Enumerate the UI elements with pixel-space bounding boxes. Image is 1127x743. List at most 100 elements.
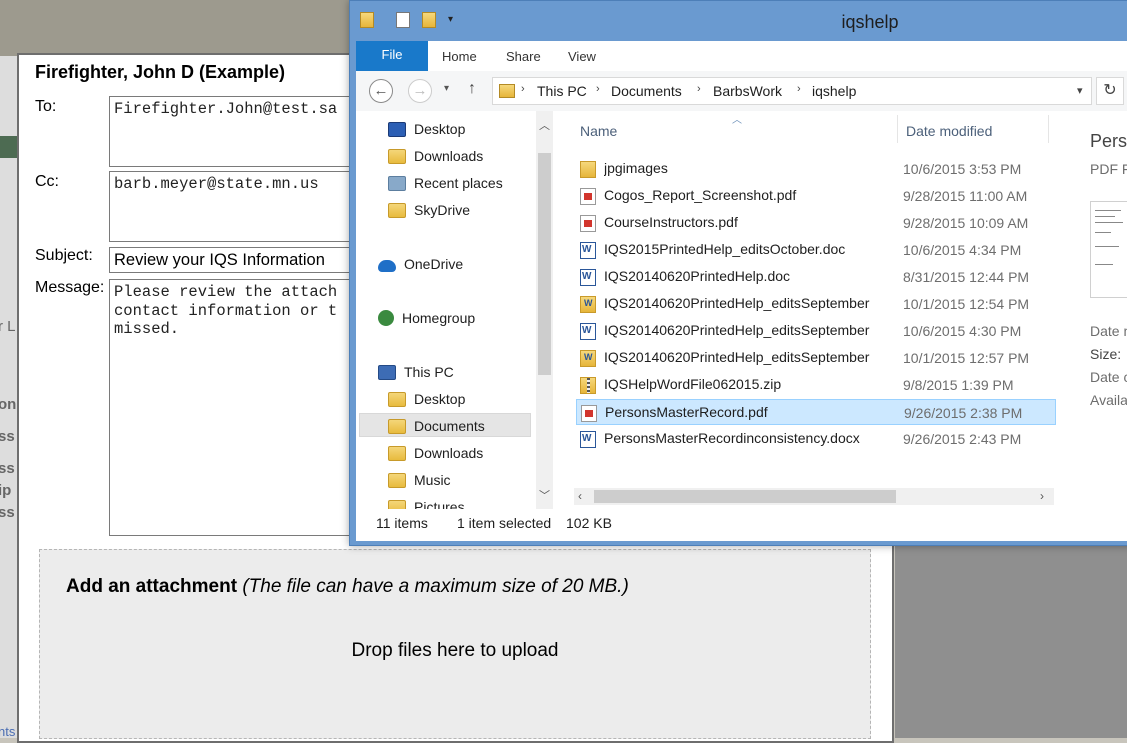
file-row[interactable]: PersonsMasterRecordinconsistency.docx 9/2… bbox=[576, 426, 1056, 452]
file-name: IQS20140620PrintedHelp_editsSeptember bbox=[604, 322, 870, 338]
attachment-drop-zone[interactable]: Add an attachment (The file can have a m… bbox=[39, 549, 871, 739]
file-explorer-window: ▾ iqshelp File Home Share View ← → ▾ ↑ ›… bbox=[349, 0, 1127, 546]
up-arrow-icon[interactable]: ↑ bbox=[468, 80, 476, 98]
file-date-modified: 9/26/2015 2:43 PM bbox=[903, 431, 1022, 447]
tab-share[interactable]: Share bbox=[506, 49, 541, 64]
nav-pane-scrollbar[interactable]: ︿ ﹀ bbox=[536, 111, 553, 509]
explorer-titlebar[interactable]: ▾ iqshelp bbox=[350, 1, 1127, 41]
tab-file[interactable]: File bbox=[356, 41, 428, 71]
scrollbar-thumb[interactable] bbox=[538, 153, 551, 375]
file-row[interactable]: CourseInstructors.pdf 9/28/2015 10:09 AM bbox=[576, 210, 1056, 236]
column-header-name[interactable]: Name bbox=[580, 123, 617, 139]
nav-item-label: Recent places bbox=[414, 175, 503, 191]
file-date-modified: 9/8/2015 1:39 PM bbox=[903, 377, 1014, 393]
desktop-icon bbox=[388, 122, 406, 137]
attachment-size-note: (The file can have a maximum size of 20 … bbox=[242, 576, 629, 597]
word-document-icon bbox=[580, 323, 596, 340]
refresh-button[interactable]: ↻ bbox=[1096, 77, 1124, 105]
background-text: ss bbox=[0, 504, 15, 521]
chevron-right-icon[interactable]: › bbox=[797, 83, 801, 95]
file-row[interactable]: IQSHelpWordFile062015.zip 9/8/2015 1:39 P… bbox=[576, 372, 1056, 398]
breadcrumb-barbswork[interactable]: BarbsWork bbox=[713, 83, 782, 99]
file-date-modified: 9/28/2015 11:00 AM bbox=[903, 188, 1028, 204]
address-bar[interactable]: › This PC › Documents › BarbsWork › iqsh… bbox=[492, 77, 1092, 105]
file-date-modified: 10/1/2015 12:57 PM bbox=[903, 350, 1030, 366]
dialog-title: Firefighter, John D (Example) bbox=[35, 62, 286, 82]
nav-item-label: Homegroup bbox=[402, 310, 476, 326]
horizontal-scrollbar[interactable]: ‹ › bbox=[574, 488, 1054, 505]
background-text: ss bbox=[0, 428, 15, 445]
nav-item-pictures[interactable]: Pictures bbox=[388, 497, 465, 509]
preview-detail: Availa bbox=[1090, 392, 1127, 408]
message-label: Message: bbox=[35, 279, 105, 296]
nav-item-this-pc[interactable]: This PC bbox=[378, 362, 454, 386]
file-row[interactable]: Cogos_Report_Screenshot.pdf 9/28/2015 11:… bbox=[576, 183, 1056, 209]
nav-item-music[interactable]: Music bbox=[388, 470, 451, 494]
scroll-left-icon[interactable]: ‹ bbox=[578, 489, 582, 503]
nav-item-desktop[interactable]: Desktop bbox=[388, 389, 465, 413]
scroll-down-icon[interactable]: ﹀ bbox=[539, 487, 550, 503]
nav-item-documents[interactable]: Documents bbox=[388, 416, 485, 440]
chevron-down-icon[interactable]: ▾ bbox=[1077, 84, 1083, 97]
recent-locations-icon[interactable]: ▾ bbox=[444, 83, 449, 94]
file-date-modified: 9/28/2015 10:09 AM bbox=[903, 215, 1029, 231]
folder-icon bbox=[388, 473, 406, 488]
nav-item-recent-places[interactable]: Recent places bbox=[388, 173, 503, 197]
preview-detail: Date c bbox=[1090, 369, 1127, 385]
file-name: IQS2015PrintedHelp_editsOctober.doc bbox=[604, 241, 846, 257]
folder-icon bbox=[388, 149, 406, 164]
forward-button[interactable]: → bbox=[408, 79, 432, 103]
file-name: IQS20140620PrintedHelp_editsSeptember bbox=[604, 295, 870, 311]
breadcrumb-documents[interactable]: Documents bbox=[611, 83, 682, 99]
file-row[interactable]: IQS20140620PrintedHelp_editsSeptember 10/… bbox=[576, 318, 1056, 344]
nav-item-homegroup[interactable]: Homegroup bbox=[378, 308, 475, 332]
breadcrumb-iqshelp[interactable]: iqshelp bbox=[812, 83, 856, 99]
thumbnail-line bbox=[1095, 232, 1111, 233]
back-button[interactable]: ← bbox=[369, 79, 393, 103]
preview-detail: Date m bbox=[1090, 323, 1127, 339]
file-row[interactable]: jpgimages 10/6/2015 3:53 PM bbox=[576, 156, 1056, 182]
thumbnail-line bbox=[1095, 246, 1119, 247]
nav-item-onedrive[interactable]: OneDrive bbox=[378, 254, 463, 278]
column-divider[interactable] bbox=[897, 115, 898, 143]
nav-item-label: Desktop bbox=[414, 121, 466, 137]
zip-archive-icon bbox=[580, 377, 596, 394]
nav-item-downloads[interactable]: Downloads bbox=[388, 443, 483, 467]
chevron-right-icon[interactable]: › bbox=[596, 83, 600, 95]
thumbnail-line bbox=[1095, 210, 1121, 211]
nav-item-desktop[interactable]: Desktop bbox=[388, 119, 465, 143]
file-row[interactable]: IQS20140620PrintedHelp.doc 8/31/2015 12:4… bbox=[576, 264, 1056, 290]
breadcrumb-this-pc[interactable]: This PC bbox=[537, 83, 587, 99]
folder-icon bbox=[580, 161, 596, 178]
pc-icon bbox=[378, 365, 396, 380]
nav-item-skydrive[interactable]: SkyDrive bbox=[388, 200, 470, 224]
tab-home[interactable]: Home bbox=[442, 49, 477, 64]
cloud-icon bbox=[378, 260, 396, 272]
file-row[interactable]: IQS20140620PrintedHelp_editsSeptember 10/… bbox=[576, 291, 1056, 317]
background-app-sidebar: r L on ss ss ip ss nts bbox=[0, 56, 18, 739]
background-text: ip bbox=[0, 482, 12, 499]
scroll-right-icon[interactable]: › bbox=[1040, 489, 1044, 503]
folder-icon bbox=[388, 203, 406, 218]
chevron-right-icon[interactable]: › bbox=[521, 83, 525, 95]
selection-size: 102 KB bbox=[566, 515, 612, 531]
file-name: IQS20140620PrintedHelp_editsSeptember bbox=[604, 349, 870, 365]
background-text: ss bbox=[0, 460, 15, 477]
nav-item-label: Desktop bbox=[414, 391, 466, 407]
column-divider[interactable] bbox=[1048, 115, 1049, 143]
chevron-right-icon[interactable]: › bbox=[697, 83, 701, 95]
file-row[interactable]: IQS2015PrintedHelp_editsOctober.doc 10/6/… bbox=[576, 237, 1056, 263]
file-row[interactable]: IQS20140620PrintedHelp_editsSeptember 10/… bbox=[576, 345, 1056, 371]
file-row[interactable]: PersonsMasterRecord.pdf 9/26/2015 2:38 PM bbox=[576, 399, 1056, 425]
file-date-modified: 8/31/2015 12:44 PM bbox=[903, 269, 1030, 285]
nav-item-label: SkyDrive bbox=[414, 202, 471, 218]
subject-label: Subject: bbox=[35, 247, 93, 264]
scrollbar-thumb[interactable] bbox=[594, 490, 896, 503]
nav-item-downloads[interactable]: Downloads bbox=[388, 146, 483, 170]
scroll-up-icon[interactable]: ︿ bbox=[539, 117, 550, 133]
tab-view[interactable]: View bbox=[568, 49, 596, 64]
word-document-icon bbox=[580, 269, 596, 286]
column-header-date-modified[interactable]: Date modified bbox=[906, 123, 992, 139]
word-document-icon bbox=[580, 431, 596, 448]
background-link[interactable]: nts bbox=[0, 724, 15, 739]
